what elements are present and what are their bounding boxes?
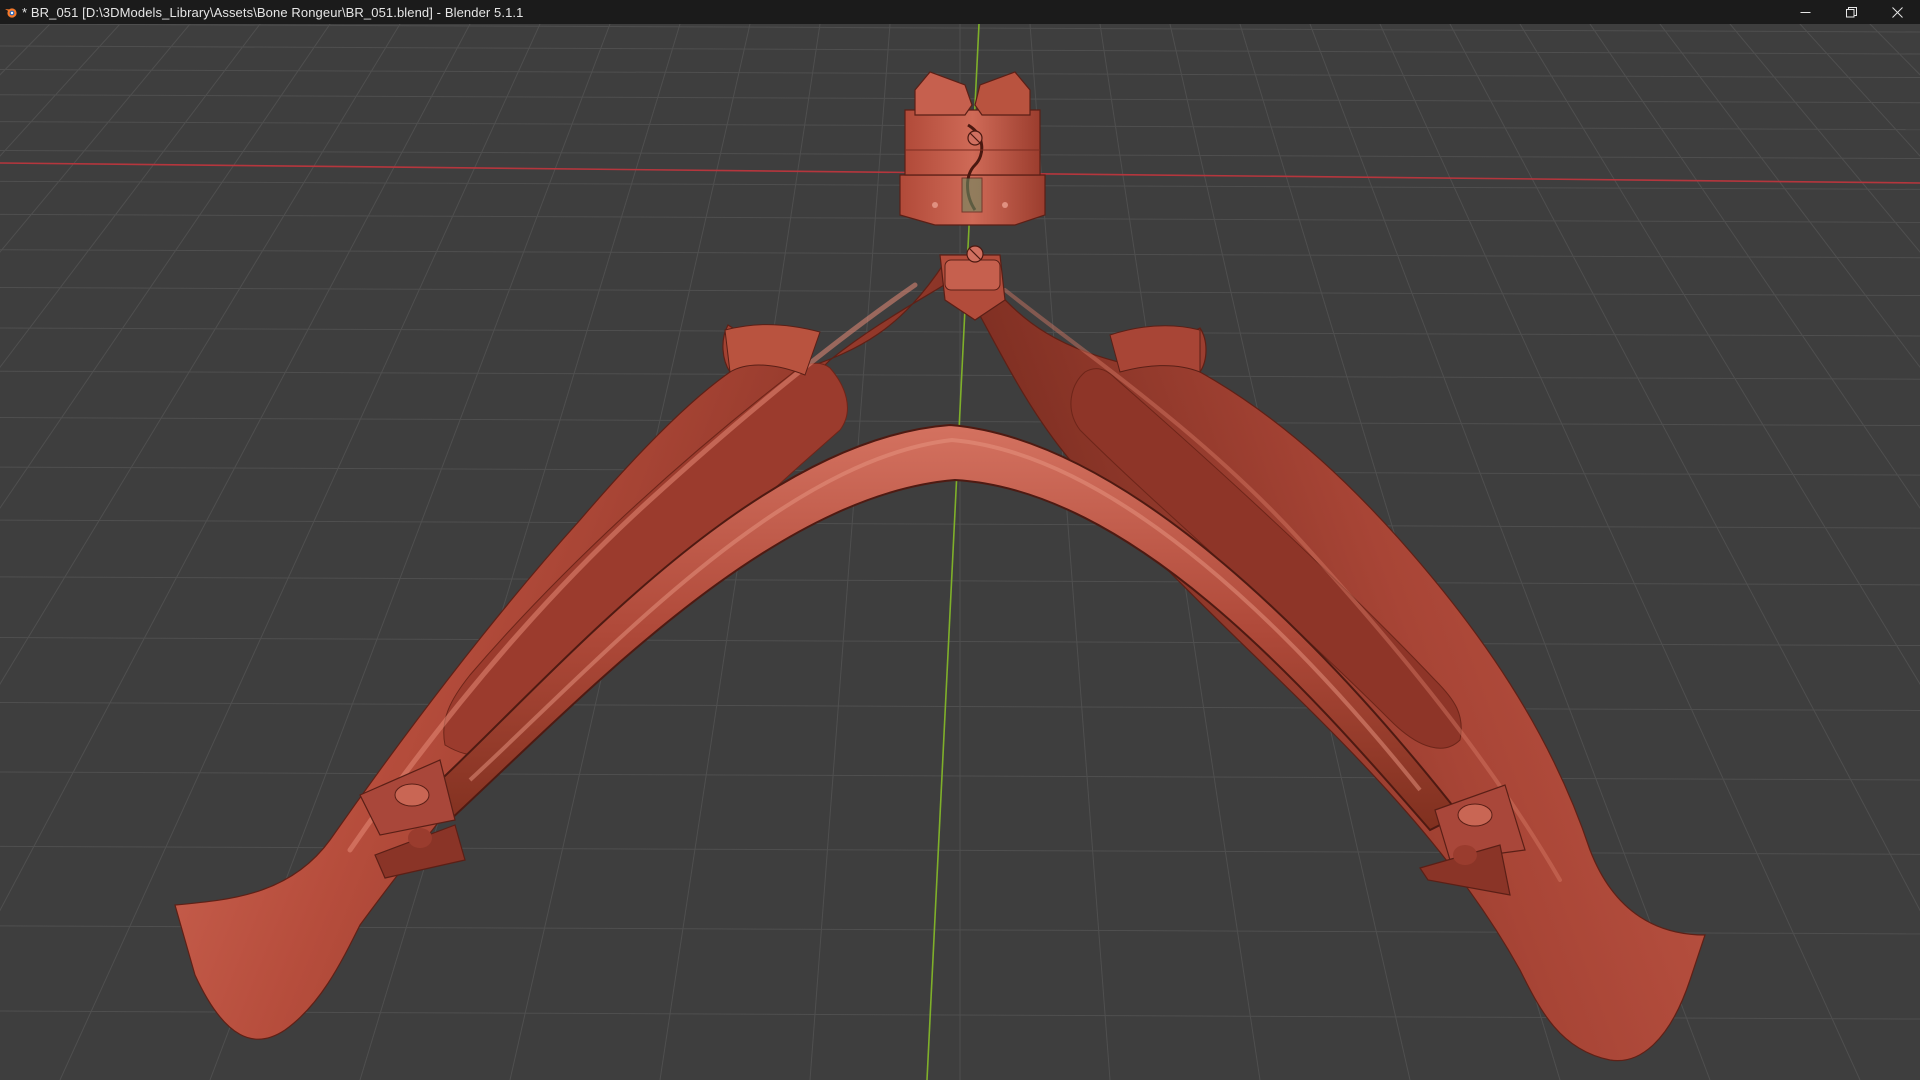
grid-line xyxy=(960,24,1920,1080)
right-spur xyxy=(1109,325,1201,373)
grid-line xyxy=(960,24,1920,1080)
grid-line xyxy=(960,24,1920,1080)
grid-line xyxy=(960,24,1920,1080)
grid-line xyxy=(960,24,1920,1080)
blender-window: * BR_051 [D:\3DModels_Library\Assets\Bon… xyxy=(0,0,1920,1080)
grid-line xyxy=(1589,24,1920,509)
title-bar: * BR_051 [D:\3DModels_Library\Assets\Bon… xyxy=(0,0,1920,24)
grid-line xyxy=(960,24,1920,1080)
left-handle-groove xyxy=(443,362,848,756)
grid-line xyxy=(960,24,1920,1080)
grid-line xyxy=(960,24,1920,1080)
close-icon xyxy=(1891,6,1903,18)
window-title: * BR_051 [D:\3DModels_Library\Assets\Bon… xyxy=(22,4,524,20)
grid-line xyxy=(960,24,1920,1080)
blender-logo-icon xyxy=(0,0,22,24)
grid-line xyxy=(960,24,1920,1080)
grid-line xyxy=(960,24,1920,1080)
grid-line xyxy=(960,24,1920,1080)
restore-icon xyxy=(1845,6,1857,17)
grid-line xyxy=(960,24,1920,1080)
grid-line xyxy=(960,24,1920,1080)
minimize-icon xyxy=(1800,11,1810,13)
grid-line xyxy=(960,24,1920,1080)
grid-line xyxy=(960,24,1920,1080)
maximize-button[interactable] xyxy=(1828,0,1874,24)
grid-line xyxy=(1449,24,1920,912)
grid-line xyxy=(1869,24,1920,76)
grid-line xyxy=(960,24,1920,1080)
grid-line xyxy=(960,24,1920,1080)
viewport-canvas[interactable] xyxy=(0,24,1920,1080)
close-button[interactable] xyxy=(1874,0,1920,24)
grid-line xyxy=(1519,24,1920,685)
grid-line xyxy=(960,24,1920,1080)
jaw-head[interactable] xyxy=(899,71,1046,263)
grid-line xyxy=(960,24,1920,1080)
grid-line xyxy=(1659,24,1920,369)
grid-line xyxy=(960,24,1920,1080)
3d-viewport[interactable] xyxy=(0,24,1920,1080)
grid-line xyxy=(1799,24,1920,157)
grid-line xyxy=(960,24,1920,1080)
grid-line xyxy=(1729,24,1920,253)
grid-line xyxy=(960,24,1920,1080)
minimize-button[interactable] xyxy=(1782,0,1828,24)
grid-line xyxy=(960,24,1920,1080)
grid-line xyxy=(960,24,1920,1080)
window-controls xyxy=(1782,0,1920,24)
grid-line xyxy=(960,24,1920,1080)
grid-line xyxy=(960,24,1920,1080)
